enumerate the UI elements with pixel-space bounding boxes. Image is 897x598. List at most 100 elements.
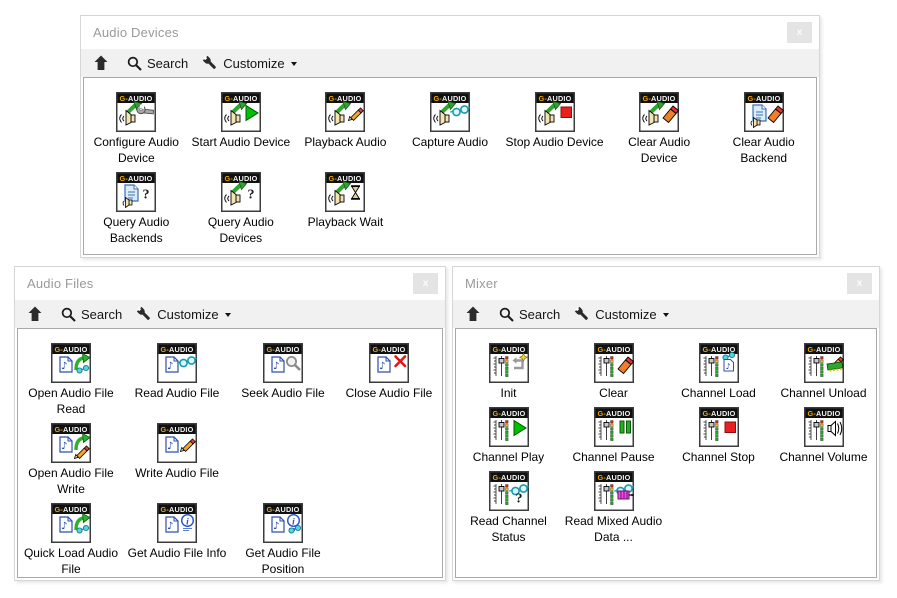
up-arrow-icon [466, 306, 480, 322]
close-audio-file-icon: G-AUDIO ♪ [369, 343, 409, 383]
palette-item-label: Query Audio Backends [86, 214, 186, 246]
titlebar[interactable]: Mixer x [453, 267, 879, 300]
titlebar[interactable]: Audio Devices x [81, 16, 819, 49]
playback-audio-icon: G-AUDIO [325, 92, 365, 132]
palette-item-label: Read Audio File [135, 385, 220, 401]
palette-item-open-audio-file-read[interactable]: G-AUDIO♪ Open Audio File Read [18, 339, 124, 419]
svg-text:♪: ♪ [379, 361, 385, 372]
palette-item-playback-wait[interactable]: G-AUDIO Playback Wait [293, 168, 398, 248]
svg-text:G-AUDIO: G-AUDIO [372, 345, 405, 354]
palette-item-read-audio-file[interactable]: G-AUDIO♪ Read Audio File [124, 339, 230, 419]
palette-item-label: Get Audio File Position [233, 545, 333, 577]
svg-text:♪: ♪ [273, 521, 279, 532]
palette-item-read-mixed-audio-data[interactable]: G-AUDIO Read Mixed Audio Data ... [561, 467, 666, 547]
palette-item-label: Close Audio File [346, 385, 433, 401]
palette-item-label: Clear [599, 385, 628, 401]
palette-item-init[interactable]: G-AUDIO Init [456, 339, 561, 403]
palette-item-label: Channel Pause [572, 449, 654, 465]
palette-item-query-audio-backends[interactable]: G-AUDIO? Query Audio Backends [84, 168, 189, 248]
palette-item-label: Channel Play [473, 449, 544, 465]
search-button[interactable]: Search [121, 53, 194, 74]
customize-button[interactable]: Customize [568, 303, 674, 325]
palette-window-audio-devices: Audio Devices x Search Customize G-AUDIO… [80, 15, 820, 258]
palette-item-query-audio-devices[interactable]: G-AUDIO? Query Audio Devices [189, 168, 294, 248]
chevron-down-icon [663, 313, 669, 317]
get-audio-file-position-icon: G-AUDIO♪i [263, 503, 303, 543]
search-button[interactable]: Search [493, 304, 566, 325]
customize-label: Customize [157, 307, 218, 322]
palette-item-quick-load-audio-file[interactable]: G-AUDIO♪ Quick Load Audio File [18, 499, 124, 578]
clear-audio-device-icon: G-AUDIO [639, 92, 679, 132]
svg-text:G-AUDIO: G-AUDIO [597, 345, 630, 354]
palette-item-playback-audio[interactable]: G-AUDIO Playback Audio [293, 88, 398, 168]
search-icon [127, 56, 142, 71]
toolbar: Search Customize [15, 300, 445, 328]
palette-item-get-audio-file-position[interactable]: G-AUDIO♪i Get Audio File Position [230, 499, 336, 578]
palette-item-label: Quick Load Audio File [21, 545, 121, 577]
open-audio-file-write-icon: G-AUDIO♪ [51, 423, 91, 463]
palette-content: G-AUDIO Init G-AUDIO Clear G-AUDIO♪ Chan… [455, 328, 877, 578]
palette-item-clear[interactable]: G-AUDIO Clear [561, 339, 666, 403]
palette-item-stop-audio-device[interactable]: G-AUDIO Stop Audio Device [502, 88, 607, 168]
search-button[interactable]: Search [55, 304, 128, 325]
channel-volume-icon: G-AUDIO [804, 407, 844, 447]
svg-text:♪: ♪ [61, 521, 67, 532]
palette-item-close-audio-file[interactable]: G-AUDIO ♪ Close Audio File [336, 339, 442, 419]
palette-item-configure-audio-device[interactable]: G-AUDIO Configure Audio Device [84, 88, 189, 168]
customize-button[interactable]: Customize [130, 303, 236, 325]
palette-item-channel-pause[interactable]: G-AUDIO Channel Pause [561, 403, 666, 467]
palette-item-clear-audio-device[interactable]: G-AUDIO Clear Audio Device [607, 88, 712, 168]
window-title: Audio Devices [93, 25, 787, 40]
palette-item-read-channel-status[interactable]: G-AUDIO? Read Channel Status [456, 467, 561, 547]
close-button[interactable]: x [847, 273, 872, 294]
palette-item-seek-audio-file[interactable]: G-AUDIO♪ Seek Audio File [230, 339, 336, 419]
write-audio-file-icon: G-AUDIO♪ [157, 423, 197, 463]
palette-item-label: Start Audio Device [191, 134, 290, 150]
up-arrow-icon [94, 55, 108, 71]
palette-item-start-audio-device[interactable]: G-AUDIO Start Audio Device [189, 88, 294, 168]
svg-text:G-AUDIO: G-AUDIO [807, 409, 840, 418]
palette-item-channel-stop[interactable]: G-AUDIO Channel Stop [666, 403, 771, 467]
titlebar[interactable]: Audio Files x [15, 267, 445, 300]
palette-item-write-audio-file[interactable]: G-AUDIO♪ Write Audio File [124, 419, 230, 499]
palette-item-label: Init [500, 385, 516, 401]
close-button[interactable]: x [413, 273, 438, 294]
window-title: Mixer [465, 276, 847, 291]
svg-text:♪: ♪ [167, 521, 173, 532]
palette-item-label: Open Audio File Write [21, 465, 121, 497]
search-label: Search [81, 307, 122, 322]
window-title: Audio Files [27, 276, 413, 291]
palette-item-capture-audio[interactable]: G-AUDIO Capture Audio [398, 88, 503, 168]
palette-item-label: Capture Audio [412, 134, 488, 150]
up-button[interactable] [89, 52, 113, 74]
palette-window-audio-files: Audio Files x Search Customize G-AUDIO♪ … [14, 266, 446, 581]
configure-audio-device-icon: G-AUDIO [116, 92, 156, 132]
search-label: Search [147, 56, 188, 71]
palette-item-label: Read Mixed Audio Data ... [564, 513, 664, 545]
palette-item-channel-play[interactable]: G-AUDIO Channel Play [456, 403, 561, 467]
channel-stop-icon: G-AUDIO [699, 407, 739, 447]
svg-text:♪: ♪ [167, 361, 173, 372]
init-icon: G-AUDIO [489, 343, 529, 383]
clear-icon: G-AUDIO [594, 343, 634, 383]
search-label: Search [519, 307, 560, 322]
up-button[interactable] [23, 303, 47, 325]
palette-item-get-audio-file-info[interactable]: G-AUDIO♪i Get Audio File Info [124, 499, 230, 578]
palette-item-channel-load[interactable]: G-AUDIO♪ Channel Load [666, 339, 771, 403]
svg-text:♪: ♪ [725, 362, 730, 371]
palette-item-open-audio-file-write[interactable]: G-AUDIO♪ Open Audio File Write [18, 419, 124, 499]
svg-text:G-AUDIO: G-AUDIO [702, 409, 735, 418]
svg-text:♪: ♪ [61, 361, 67, 372]
svg-text:G-AUDIO: G-AUDIO [120, 174, 153, 183]
svg-text:G-AUDIO: G-AUDIO [807, 345, 840, 354]
palette-item-channel-unload[interactable]: G-AUDIO Channel Unload [771, 339, 876, 403]
close-button[interactable]: x [787, 22, 812, 43]
clear-audio-backend-icon: G-AUDIO [744, 92, 784, 132]
palette-item-channel-volume[interactable]: G-AUDIO Channel Volume [771, 403, 876, 467]
palette-item-label: Write Audio File [135, 465, 219, 481]
svg-text:♪: ♪ [167, 441, 173, 452]
up-button[interactable] [461, 303, 485, 325]
palette-item-clear-audio-backend[interactable]: G-AUDIO Clear Audio Backend [711, 88, 816, 168]
customize-button[interactable]: Customize [196, 52, 302, 74]
svg-text:G-AUDIO: G-AUDIO [54, 425, 87, 434]
